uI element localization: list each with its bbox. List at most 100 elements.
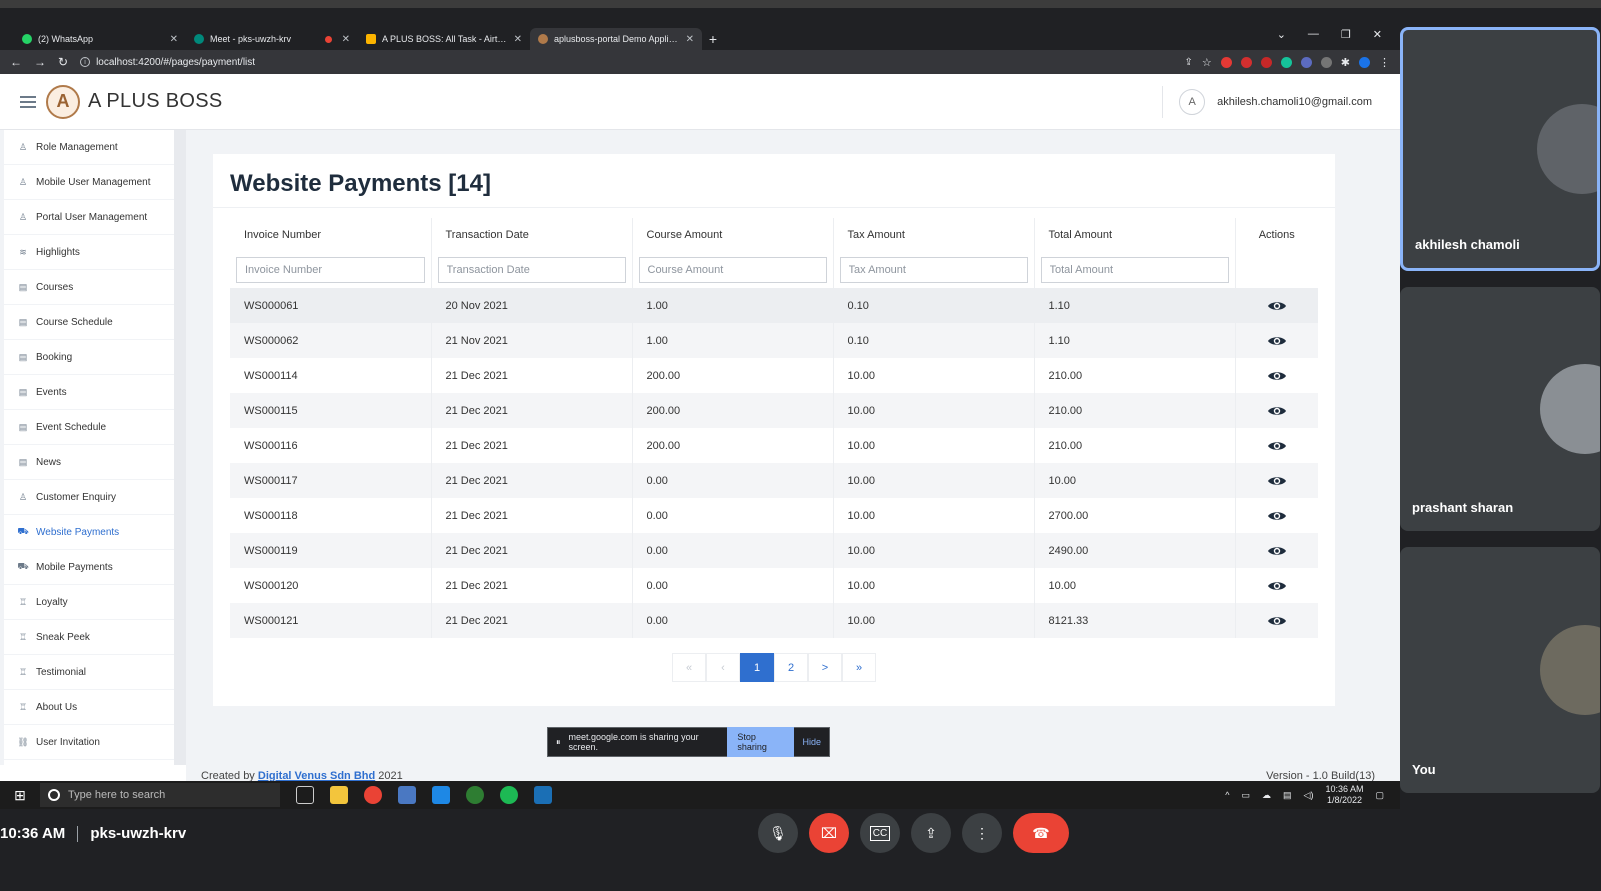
forward-icon[interactable]: → [34, 55, 46, 69]
url-field[interactable]: i localhost:4200/#/pages/payment/list [80, 57, 1172, 68]
restore-icon[interactable]: ❐ [1341, 28, 1351, 41]
page-2-button[interactable]: 2 [774, 653, 808, 682]
sidebar-item-testimonial[interactable]: ♖ Testimonial [4, 655, 174, 690]
view-eye-icon[interactable] [1267, 614, 1287, 628]
task-view-icon[interactable] [296, 786, 314, 804]
share-icon[interactable]: ⇪ [1185, 57, 1193, 68]
file-explorer-icon[interactable] [330, 786, 348, 804]
sidebar-item-portal-user-management[interactable]: ♙ Portal User Management [4, 200, 174, 235]
sidebar-item-about-us[interactable]: ♖ About Us [4, 690, 174, 725]
sidebar-item-event-schedule[interactable]: ▤ Event Schedule [4, 410, 174, 445]
column-header[interactable]: Course Amount [632, 218, 834, 252]
transaction-date-filter[interactable] [437, 257, 626, 283]
column-header[interactable]: Invoice Number [230, 218, 432, 252]
view-eye-icon[interactable] [1267, 474, 1287, 488]
tax-amount-filter[interactable] [839, 257, 1028, 283]
prev-page-button[interactable]: ‹ [706, 653, 740, 682]
profile-icon[interactable] [1359, 56, 1370, 68]
network-icon[interactable]: ▤ [1283, 790, 1292, 801]
view-eye-icon[interactable] [1267, 404, 1287, 418]
sidebar-item-customer-enquiry[interactable]: ♙ Customer Enquiry [4, 480, 174, 515]
view-eye-icon[interactable] [1267, 299, 1287, 313]
microphone-button[interactable]: 🎙 [758, 813, 798, 853]
sidebar-item-mobile-payments[interactable]: ⛟ Mobile Payments [4, 550, 174, 585]
camera-off-button[interactable]: ⌧ [809, 813, 849, 853]
sidebar-item-user-invitation[interactable]: ⛓ User Invitation [4, 725, 174, 760]
chrome-icon[interactable] [364, 786, 382, 804]
menu-dots-icon[interactable]: ⋮ [1379, 56, 1390, 69]
participant-tile[interactable]: akhilesh chamoli [1400, 27, 1600, 271]
volume-icon[interactable]: ◁) [1304, 790, 1314, 801]
close-icon[interactable]: ✕ [686, 34, 694, 45]
participant-tile[interactable]: prashant sharan [1400, 287, 1600, 531]
sidebar-item-events[interactable]: ▤ Events [4, 375, 174, 410]
close-icon[interactable]: ✕ [342, 34, 350, 45]
app-icon[interactable] [466, 786, 484, 804]
minimize-icon[interactable]: — [1308, 28, 1319, 41]
steam-icon[interactable] [534, 786, 552, 804]
spotify-icon[interactable] [500, 786, 518, 804]
battery-icon[interactable]: ▭ [1242, 790, 1251, 801]
sidebar-item-loyalty[interactable]: ♖ Loyalty [4, 585, 174, 620]
more-options-button[interactable]: ⋮ [962, 813, 1002, 853]
view-eye-icon[interactable] [1267, 544, 1287, 558]
tab-aplusboss-portal[interactable]: aplusboss-portal Demo Applicatio ✕ [530, 28, 702, 50]
tab-search-icon[interactable]: ⌄ [1277, 28, 1286, 41]
next-page-button[interactable]: > [808, 653, 842, 682]
new-tab-button[interactable]: + [702, 28, 724, 50]
notification-icon[interactable]: ▢ [1375, 790, 1384, 801]
extension-icon[interactable] [1320, 56, 1332, 68]
close-icon[interactable]: ✕ [514, 34, 522, 45]
sidebar-item-role-management[interactable]: ♙ Role Management [4, 130, 174, 165]
sidebar-item-booking[interactable]: ▤ Booking [4, 340, 174, 375]
view-eye-icon[interactable] [1267, 509, 1287, 523]
captions-button[interactable]: CC [860, 813, 900, 853]
close-window-icon[interactable]: ✕ [1373, 28, 1382, 41]
sidebar-item-sneak-peek[interactable]: ♖ Sneak Peek [4, 620, 174, 655]
participant-tile[interactable]: You [1400, 547, 1600, 793]
tab-whatsapp[interactable]: (2) WhatsApp ✕ [14, 28, 186, 50]
vscode-icon[interactable] [432, 786, 450, 804]
sidebar-item-mobile-user-management[interactable]: ♙ Mobile User Management [4, 165, 174, 200]
star-icon[interactable]: ☆ [1202, 56, 1212, 69]
first-page-button[interactable]: « [672, 653, 706, 682]
tab-meet[interactable]: Meet - pks-uwzh-krv ✕ [186, 28, 358, 50]
adblock-icon[interactable] [1240, 56, 1252, 68]
sidebar-item-news[interactable]: ▤ News [4, 445, 174, 480]
extension-icon[interactable] [1300, 56, 1312, 68]
course-amount-filter[interactable] [638, 257, 827, 283]
view-eye-icon[interactable] [1267, 439, 1287, 453]
sidebar-item-highlights[interactable]: ≋ Highlights [4, 235, 174, 270]
tray-arrow-icon[interactable]: ^ [1225, 790, 1229, 800]
sidebar-item-course-schedule[interactable]: ▤ Course Schedule [4, 305, 174, 340]
app-icon[interactable] [398, 786, 416, 804]
column-header[interactable]: Tax Amount [833, 218, 1035, 252]
view-eye-icon[interactable] [1267, 334, 1287, 348]
stop-sharing-button[interactable]: Stop sharing [727, 727, 795, 757]
onedrive-icon[interactable]: ☁ [1262, 790, 1271, 801]
hide-banner-button[interactable]: Hide [802, 737, 821, 747]
windows-start-icon[interactable]: ⊞ [0, 787, 40, 804]
user-menu[interactable]: A akhilesh.chamoli10@gmail.com [1162, 86, 1372, 118]
total-amount-filter[interactable] [1040, 257, 1229, 283]
column-header[interactable]: Total Amount [1034, 218, 1236, 252]
last-page-button[interactable]: » [842, 653, 876, 682]
hamburger-icon[interactable] [20, 95, 36, 108]
view-eye-icon[interactable] [1267, 369, 1287, 383]
column-header[interactable]: Transaction Date [431, 218, 633, 252]
close-icon[interactable]: ✕ [170, 34, 178, 45]
taskbar-clock[interactable]: 10:36 AM 1/8/2022 [1325, 784, 1363, 806]
puzzle-icon[interactable]: ✱ [1341, 56, 1350, 69]
taskbar-search[interactable]: Type here to search [40, 783, 280, 807]
page-1-button[interactable]: 1 [740, 653, 774, 682]
end-call-button[interactable]: ☎ [1013, 813, 1069, 853]
grammarly-icon[interactable] [1280, 56, 1292, 68]
present-button[interactable]: ⇪ [911, 813, 951, 853]
sidebar-item-website-payments[interactable]: ⛟ Website Payments [4, 515, 174, 550]
sidebar-scrollbar[interactable] [174, 130, 186, 765]
extension-icon[interactable] [1220, 56, 1232, 68]
view-eye-icon[interactable] [1267, 579, 1287, 593]
reload-icon[interactable]: ↻ [58, 55, 68, 69]
gmail-icon[interactable] [1260, 56, 1272, 68]
info-icon[interactable]: i [80, 57, 91, 67]
